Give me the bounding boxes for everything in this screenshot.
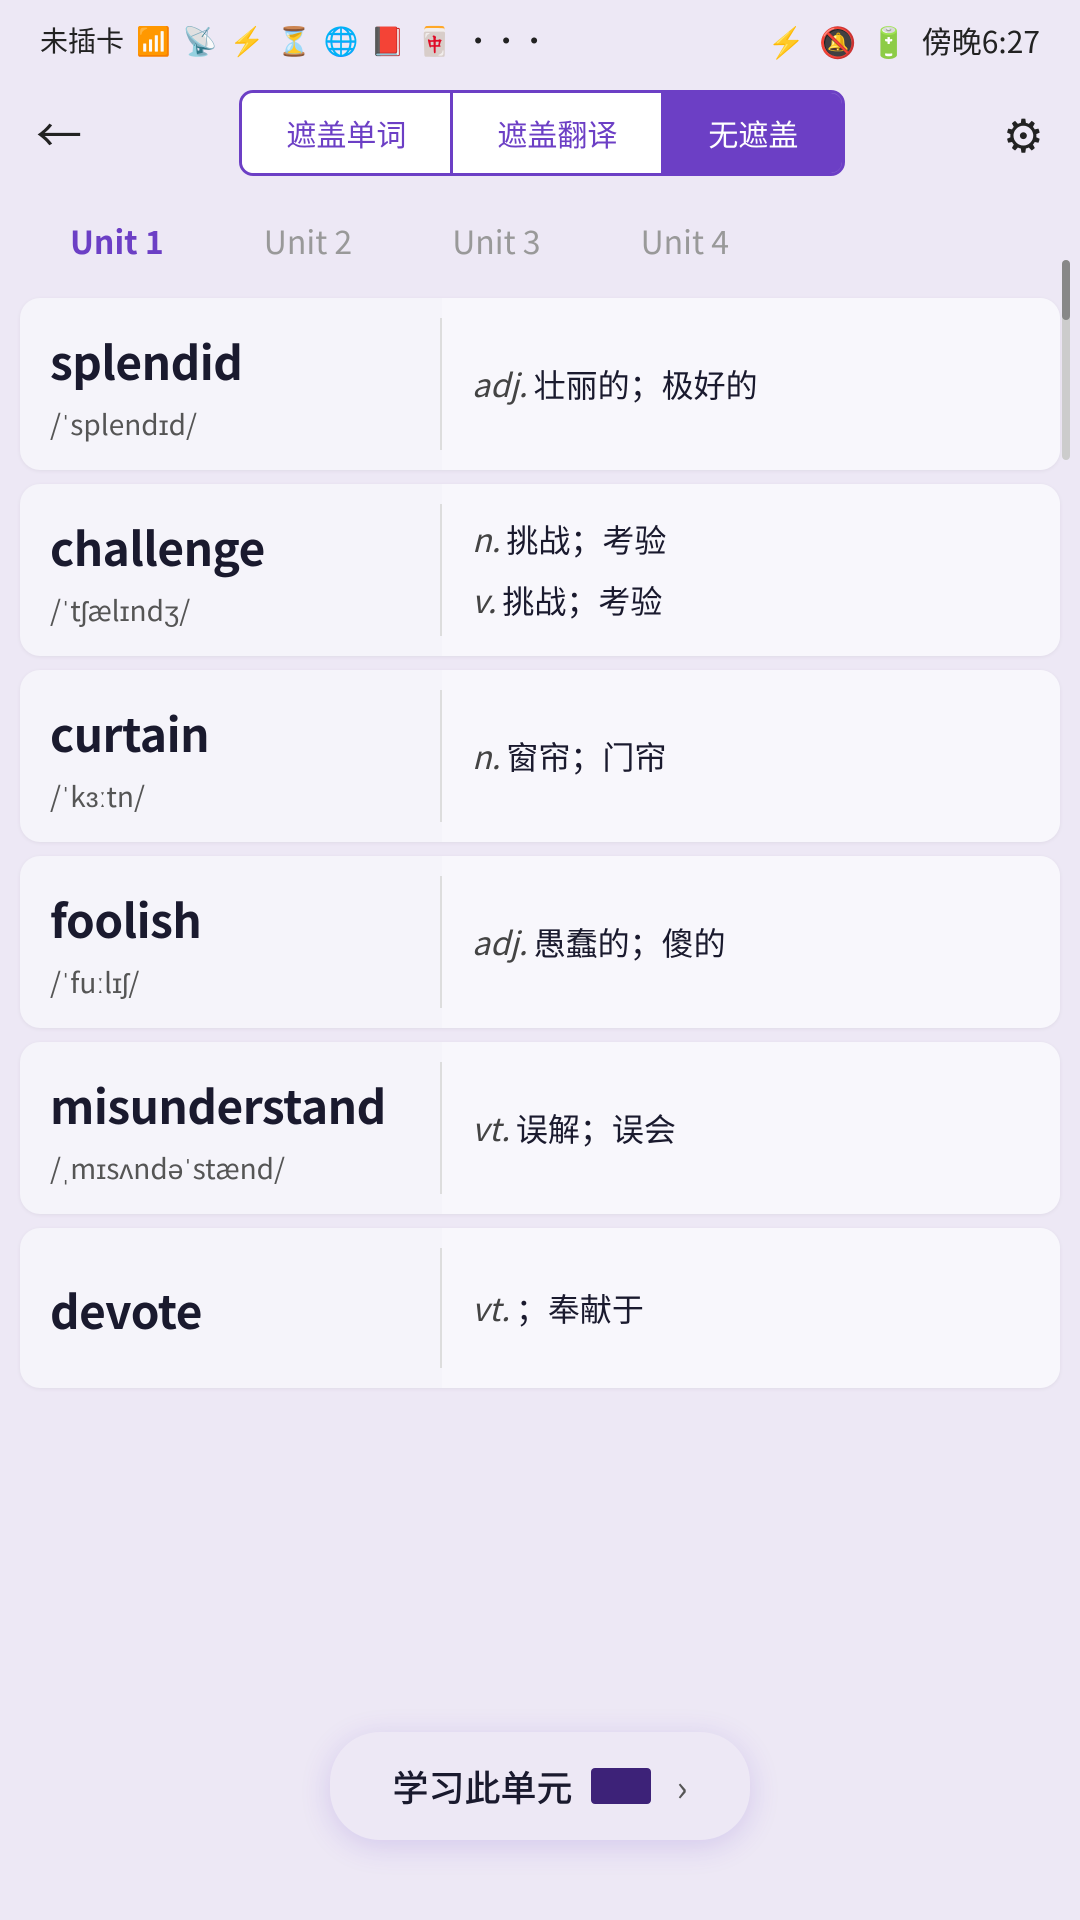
word-phonetic-challenge: /ˈtʃælɪndʒ/	[50, 590, 410, 630]
filter-cover-translation-button[interactable]: 遮盖翻译	[453, 93, 664, 173]
filter-group: 遮盖单词 遮盖翻译 无遮盖	[239, 90, 845, 176]
settings-button[interactable]: ⚙	[1003, 100, 1044, 166]
wifi-icon: 📡	[183, 20, 218, 60]
time-text: 傍晚6:27	[922, 18, 1040, 62]
study-icon-square2	[615, 1768, 651, 1804]
word-left-splendid: splendid /ˈsplendɪd/	[20, 298, 440, 470]
status-left: 未插卡 📶 📡 ⚡ ⏳ 🌐 📕 🀄 ···	[40, 20, 548, 60]
word-pos-splendid-0: adj.	[472, 361, 528, 407]
word-card-foolish: foolish /ˈfuːlɪʃ/ adj.愚蠢的；傻的	[20, 856, 1060, 1028]
word-phonetic-misunderstand: /ˌmɪsʌndəˈstænd/	[50, 1148, 410, 1188]
word-right-curtain: n.窗帘；门帘	[442, 670, 1060, 842]
word-list: splendid /ˈsplendɪd/ adj.壮丽的；极好的 challen…	[0, 298, 1080, 1588]
back-button[interactable]: ←	[36, 110, 82, 156]
tab-unit4[interactable]: Unit 4	[601, 204, 769, 278]
unit-tabs: Unit 1 Unit 2 Unit 3 Unit 4	[0, 194, 1080, 298]
word-card-splendid: splendid /ˈsplendɪd/ adj.壮丽的；极好的	[20, 298, 1060, 470]
word-def-foolish-0: adj.愚蠢的；傻的	[472, 920, 1030, 965]
app1-icon: 📕	[370, 20, 405, 60]
word-phonetic-foolish: /ˈfuːlɪʃ/	[50, 962, 410, 1002]
tab-unit3[interactable]: Unit 3	[412, 204, 580, 278]
toolbar: ← 遮盖单词 遮盖翻译 无遮盖 ⚙	[0, 72, 1080, 194]
word-pos-curtain-0: n.	[472, 733, 500, 779]
word-english-devote: devote	[50, 1277, 410, 1343]
tab-unit1[interactable]: Unit 1	[30, 204, 204, 278]
word-def-misunderstand-0: vt.误解；误会	[472, 1106, 1030, 1151]
carrier-text: 未插卡	[40, 20, 124, 60]
study-unit-label: 学习此单元	[393, 1760, 573, 1812]
word-left-foolish: foolish /ˈfuːlɪʃ/	[20, 856, 440, 1028]
word-right-challenge: n.挑战；考验 v.挑战；考验	[442, 484, 1060, 656]
word-card-misunderstand: misunderstand /ˌmɪsʌndəˈstænd/ vt.误解；误会	[20, 1042, 1060, 1214]
word-left-curtain: curtain /ˈkɜːtn/	[20, 670, 440, 842]
status-right: ⚡ 🔕 🔋 傍晚6:27	[768, 18, 1040, 62]
word-pos-foolish-0: adj.	[472, 919, 528, 965]
word-left-challenge: challenge /ˈtʃælɪndʒ/	[20, 484, 440, 656]
word-phonetic-curtain: /ˈkɜːtn/	[50, 776, 410, 816]
word-pos-challenge-0: n.	[472, 516, 500, 562]
more-icon: ···	[464, 20, 548, 60]
scrollbar-thumb	[1062, 260, 1070, 320]
study-arrow-icon: ›	[677, 1760, 688, 1812]
word-left-misunderstand: misunderstand /ˌmɪsʌndəˈstænd/	[20, 1042, 440, 1214]
word-english-misunderstand: misunderstand	[50, 1072, 410, 1138]
notification-icon: 🔕	[819, 18, 856, 62]
word-right-misunderstand: vt.误解；误会	[442, 1042, 1060, 1214]
word-right-foolish: adj.愚蠢的；傻的	[442, 856, 1060, 1028]
word-def-devote-0: vt.；奉献于	[472, 1286, 1030, 1331]
word-right-devote: vt.；奉献于	[442, 1228, 1060, 1388]
usb-icon: ⚡	[230, 20, 265, 60]
word-card-curtain: curtain /ˈkɜːtn/ n.窗帘；门帘	[20, 670, 1060, 842]
globe-icon: 🌐	[324, 20, 359, 60]
word-right-splendid: adj.壮丽的；极好的	[442, 298, 1060, 470]
word-pos-challenge-1: v.	[472, 577, 496, 623]
word-def-challenge-1: v.挑战；考验	[472, 578, 1030, 623]
word-english-challenge: challenge	[50, 514, 410, 580]
word-def-curtain-0: n.窗帘；门帘	[472, 734, 1030, 779]
word-pos-misunderstand-0: vt.	[472, 1105, 510, 1151]
word-card-devote: devote vt.；奉献于	[20, 1228, 1060, 1388]
word-phonetic-splendid: /ˈsplendɪd/	[50, 404, 410, 444]
filter-no-cover-button[interactable]: 无遮盖	[664, 93, 842, 173]
word-left-devote: devote	[20, 1228, 440, 1388]
word-card-challenge: challenge /ˈtʃælɪndʒ/ n.挑战；考验 v.挑战；考验	[20, 484, 1060, 656]
word-pos-devote-0: vt.	[472, 1285, 510, 1331]
filter-cover-words-button[interactable]: 遮盖单词	[242, 93, 453, 173]
word-def-splendid-0: adj.壮丽的；极好的	[472, 362, 1030, 407]
hourglass-icon: ⏳	[277, 20, 312, 60]
study-icon	[591, 1768, 651, 1804]
bluetooth-icon: ⚡	[768, 18, 805, 62]
scrollbar[interactable]	[1062, 260, 1070, 460]
app2-icon: 🀄	[417, 20, 452, 60]
status-bar: 未插卡 📶 📡 ⚡ ⏳ 🌐 📕 🀄 ··· ⚡ 🔕 🔋 傍晚6:27	[0, 0, 1080, 72]
study-unit-button[interactable]: 学习此单元 ›	[330, 1732, 750, 1840]
battery-icon: 🔋	[870, 18, 907, 62]
sim-icon: 📶	[136, 20, 171, 60]
word-english-curtain: curtain	[50, 700, 410, 766]
word-english-splendid: splendid	[50, 328, 410, 394]
word-def-challenge-0: n.挑战；考验	[472, 517, 1030, 562]
word-english-foolish: foolish	[50, 886, 410, 952]
tab-unit2[interactable]: Unit 2	[224, 204, 392, 278]
